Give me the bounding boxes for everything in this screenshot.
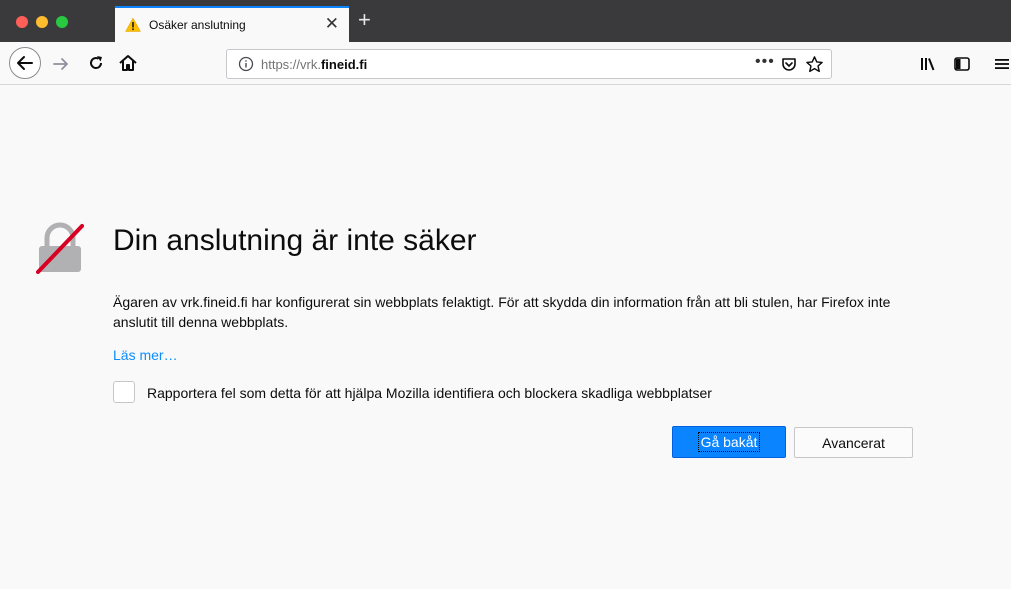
new-tab-button[interactable]: + (358, 8, 371, 32)
minimize-window-button[interactable] (36, 16, 48, 28)
forward-icon[interactable] (51, 54, 71, 74)
back-button[interactable] (9, 47, 41, 79)
close-window-button[interactable] (16, 16, 28, 28)
library-icon[interactable] (918, 54, 938, 74)
error-description: Ägaren av vrk.fineid.fi har konfigurerat… (113, 294, 891, 330)
page-actions-button[interactable]: ••• (755, 53, 775, 71)
broken-lock-icon (36, 222, 84, 274)
menu-icon[interactable] (993, 54, 1011, 74)
tab-active[interactable]: Osäker anslutning ✕ (115, 6, 349, 42)
report-checkbox[interactable] (113, 381, 135, 403)
url-text[interactable]: https://vrk.fineid.fi (261, 57, 367, 72)
zoom-window-button[interactable] (56, 16, 68, 28)
nav-bar: https://vrk.fineid.fi ••• (0, 42, 1011, 85)
learn-more-link[interactable]: Läs mer… (113, 347, 178, 363)
home-icon[interactable] (118, 53, 138, 73)
sidebar-icon[interactable] (952, 54, 972, 74)
url-bar[interactable]: https://vrk.fineid.fi ••• (226, 49, 832, 79)
page-title: Din anslutning är inte säker (113, 224, 477, 257)
back-arrow-icon (17, 56, 33, 70)
warning-icon (125, 17, 141, 32)
report-checkbox-label[interactable]: Rapportera fel som detta för att hjälpa … (147, 385, 712, 401)
tab-bar: Osäker anslutning ✕ + (0, 0, 1011, 42)
go-back-label: Gå bakåt (697, 432, 761, 452)
pocket-icon[interactable] (780, 56, 798, 74)
go-back-button[interactable]: Gå bakåt (672, 426, 786, 458)
info-icon[interactable] (238, 56, 254, 72)
advanced-button[interactable]: Avancerat (794, 427, 913, 458)
reload-icon[interactable] (86, 53, 106, 73)
tab-title: Osäker anslutning (149, 18, 246, 32)
close-icon[interactable]: ✕ (325, 15, 339, 33)
bookmark-star-icon[interactable] (805, 55, 824, 74)
